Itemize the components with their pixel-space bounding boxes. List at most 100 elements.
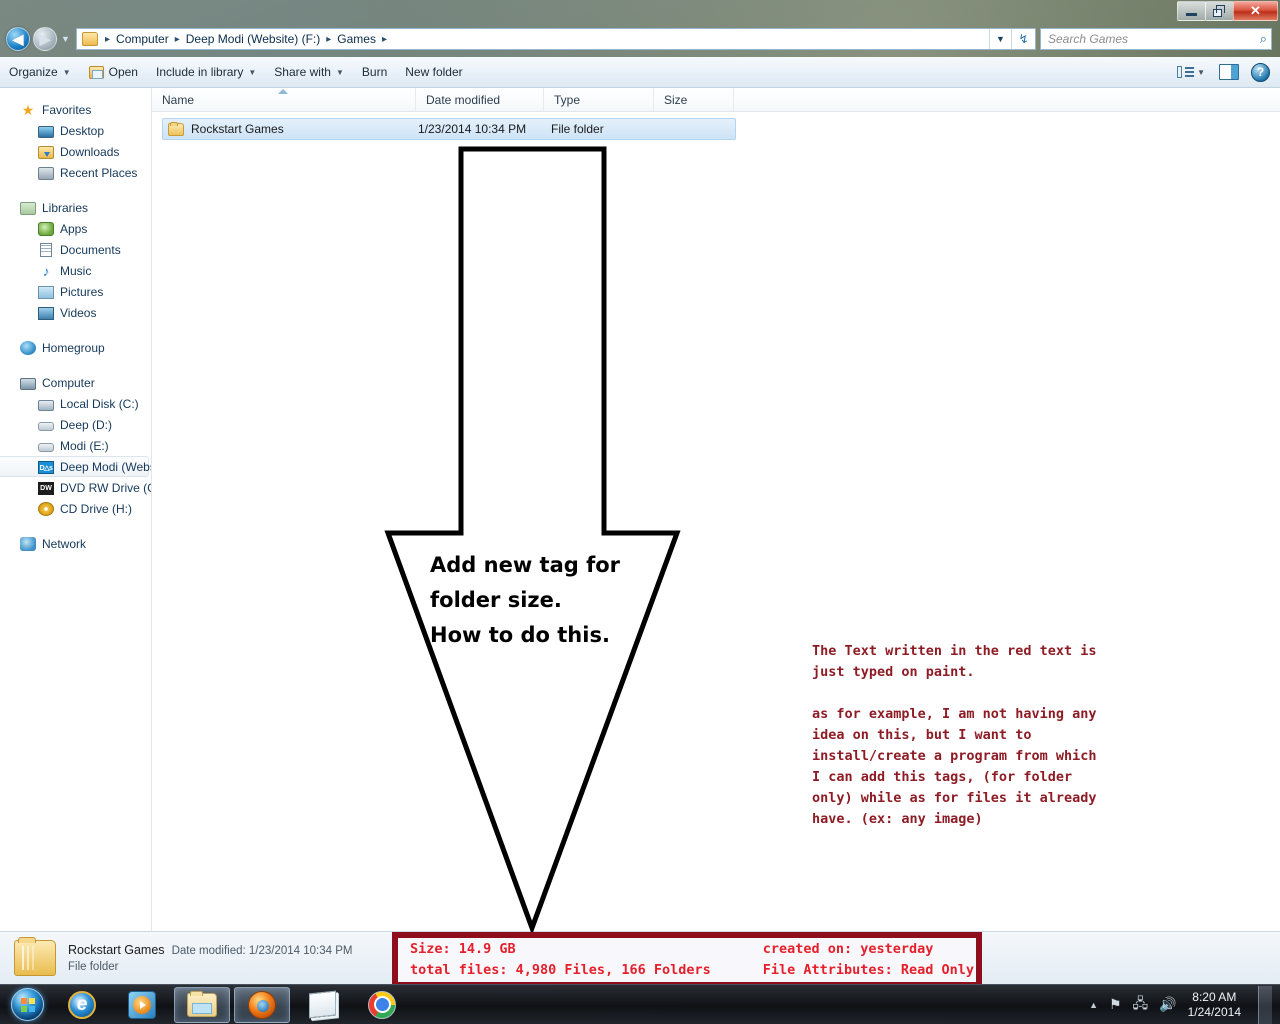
back-icon: ◀ (12, 30, 24, 47)
show-hidden-icons-button[interactable]: ▲ (1089, 1000, 1098, 1010)
organize-button[interactable]: Organize ▼ (0, 61, 80, 83)
restore-icon (1213, 5, 1226, 17)
sidebar-group-homegroup[interactable]: Homegroup (0, 337, 151, 358)
include-in-library-button[interactable]: Include in library ▼ (147, 61, 265, 83)
network-icon[interactable]: ⚑ (1109, 996, 1122, 1013)
sidebar-item-modi-e[interactable]: Modi (E:) (0, 435, 151, 456)
column-header-name[interactable]: Name (152, 88, 416, 111)
include-in-library-label: Include in library (155, 65, 244, 79)
burn-button[interactable]: Burn (353, 61, 396, 83)
sidebar-label: Desktop (60, 123, 105, 138)
action-center-icon[interactable]: 🖧 (1133, 993, 1149, 1017)
clock-time: 8:20 AM (1192, 989, 1237, 1004)
sidebar-group-favorites[interactable]: ★ Favorites (0, 99, 151, 120)
minimize-icon (1186, 12, 1197, 16)
sidebar-label: Downloads (60, 144, 120, 159)
help-icon[interactable]: ? (1251, 62, 1270, 82)
file-list-pane[interactable]: Name Date modified Type Size Rockstart G… (152, 88, 1280, 931)
notepad-icon (308, 990, 336, 1019)
column-label: Type (554, 92, 581, 107)
videos-icon (38, 307, 54, 320)
firefox-icon (248, 990, 276, 1019)
new-folder-button[interactable]: New folder (396, 61, 471, 83)
sidebar-label: Libraries (42, 200, 89, 215)
sidebar-group-network[interactable]: Network (0, 533, 151, 554)
internet-explorer-icon: e (68, 990, 96, 1019)
breadcrumb-separator: ▸ (381, 33, 387, 45)
details-text: Rockstart Games Date modified: 1/23/2014… (68, 943, 353, 973)
column-headers: Name Date modified Type Size (152, 88, 1280, 112)
back-button[interactable]: ◀ (6, 27, 30, 51)
windows-media-player-icon (128, 990, 156, 1019)
taskbar-windows-explorer[interactable] (174, 986, 230, 1023)
forward-button[interactable]: ▶ (33, 27, 57, 51)
share-with-button[interactable]: Share with ▼ (265, 61, 353, 83)
sidebar-item-recent-places[interactable]: Recent Places (0, 162, 151, 183)
taskbar-notepad[interactable] (294, 987, 350, 1023)
recent-pages-button[interactable]: ▼ (59, 34, 72, 44)
restore-button[interactable] (1205, 1, 1234, 21)
preview-pane-icon[interactable] (1219, 64, 1239, 80)
show-desktop-button[interactable] (1258, 985, 1272, 1024)
column-label: Name (162, 92, 195, 107)
sidebar-item-downloads[interactable]: Downloads (0, 141, 151, 162)
sidebar-label: Videos (60, 305, 97, 320)
network-icon (20, 537, 36, 551)
sidebar-item-documents[interactable]: Documents (0, 239, 151, 260)
sidebar-item-videos[interactable]: Videos (0, 302, 151, 323)
close-button[interactable]: ✕ (1233, 1, 1278, 21)
open-button[interactable]: Open (80, 61, 147, 83)
column-header-size[interactable]: Size (654, 88, 734, 111)
taskbar-google-chrome[interactable] (354, 987, 410, 1023)
sidebar-label: Deep Modi (Websit (60, 459, 152, 474)
help-glyph: ? (1256, 65, 1265, 79)
sidebar-group-computer[interactable]: Computer (0, 372, 151, 393)
view-list-icon[interactable] (1177, 64, 1195, 80)
chevron-down-icon[interactable]: ▼ (1197, 68, 1205, 77)
sidebar-item-local-disk-c[interactable]: Local Disk (C:) (0, 393, 151, 414)
sidebar-item-deep-d[interactable]: Deep (D:) (0, 414, 151, 435)
sidebar-item-pictures[interactable]: Pictures (0, 281, 151, 302)
sidebar-item-music[interactable]: ♪ Music (0, 260, 151, 281)
sidebar-item-dvd-rw-drive-g[interactable]: DW DVD RW Drive (G:) ( (0, 477, 151, 498)
taskbar-firefox[interactable] (234, 986, 290, 1023)
breadcrumb-item-computer[interactable]: Computer (114, 32, 171, 46)
sidebar-label: Pictures (60, 284, 104, 299)
cd-drive-icon (38, 502, 54, 516)
breadcrumb[interactable]: ▸ Computer ▸ Deep Modi (Website) (F:) ▸ … (76, 28, 1036, 50)
table-row[interactable]: Rockstart Games 1/23/2014 10:34 PM File … (162, 118, 736, 140)
address-dropdown-button[interactable]: ▼ (989, 29, 1011, 49)
minimize-button[interactable] (1177, 1, 1206, 21)
volume-icon[interactable]: 🔊 (1159, 996, 1176, 1013)
sidebar-item-cd-drive-h[interactable]: CD Drive (H:) (0, 498, 151, 519)
documents-icon (38, 242, 54, 258)
sidebar-label: Documents (60, 242, 121, 257)
column-header-type[interactable]: Type (544, 88, 654, 111)
breadcrumb-item-games[interactable]: Games (335, 32, 378, 46)
taskbar-internet-explorer[interactable]: e (54, 987, 110, 1023)
sidebar-item-desktop[interactable]: Desktop (0, 120, 151, 141)
clock[interactable]: 8:20 AM 1/24/2014 (1188, 990, 1241, 1020)
breadcrumb-separator: ▸ (174, 33, 180, 45)
file-name-label: Rockstart Games (191, 122, 284, 136)
sidebar-item-apps[interactable]: Apps (0, 218, 151, 239)
share-with-label: Share with (274, 65, 331, 79)
new-folder-label: New folder (405, 65, 463, 79)
recent-places-icon (38, 167, 54, 180)
sidebar-group-libraries[interactable]: Libraries (0, 197, 151, 218)
taskbar-windows-media-player[interactable] (114, 987, 170, 1023)
folder-icon (82, 32, 98, 46)
sidebar-label: Modi (E:) (60, 438, 109, 453)
organize-label: Organize (9, 65, 58, 79)
start-button[interactable] (4, 987, 50, 1023)
breadcrumb-item-drive[interactable]: Deep Modi (Website) (F:) (184, 32, 322, 46)
window-titlebar[interactable]: ✕ (0, 0, 1280, 25)
file-name-cell: Rockstart Games (163, 121, 418, 136)
sidebar-item-deep-modi-website-f[interactable]: D△s Deep Modi (Websit (0, 456, 152, 477)
pictures-icon (38, 286, 54, 299)
refresh-button[interactable]: ↯ (1011, 29, 1035, 49)
column-header-date-modified[interactable]: Date modified (416, 88, 544, 111)
search-input[interactable]: Search Games ⌕ (1040, 28, 1272, 50)
navigation-pane[interactable]: ★ Favorites Desktop Downloads Recent Pla… (0, 88, 152, 931)
